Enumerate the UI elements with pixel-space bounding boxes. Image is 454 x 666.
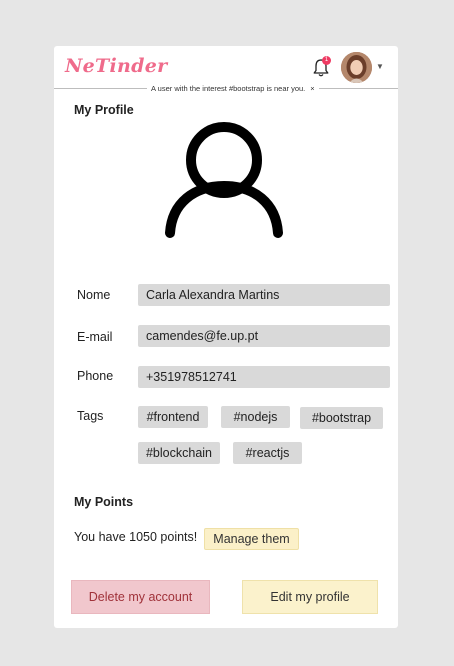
toast-message: A user with the interest #bootstrap is n… — [151, 84, 306, 93]
points-summary: You have 1050 points! — [74, 530, 198, 544]
app-logo[interactable]: NeTinder — [65, 55, 167, 77]
email-field: camendes@fe.up.pt — [138, 325, 390, 347]
avatar-image — [341, 52, 372, 83]
close-icon[interactable]: × — [310, 84, 314, 93]
points-section-title: My Points — [74, 495, 134, 509]
email-label: E-mail — [77, 330, 113, 344]
user-profile-icon — [165, 122, 283, 238]
phone-label: Phone — [77, 369, 114, 383]
tag-item[interactable]: #frontend — [138, 406, 208, 428]
tag-item[interactable]: #bootstrap — [300, 407, 383, 429]
tag-item[interactable]: #reactjs — [233, 442, 302, 464]
tag-item[interactable]: #nodejs — [221, 406, 290, 428]
phone-field: +351978512741 — [138, 366, 390, 388]
name-field: Carla Alexandra Martins — [138, 284, 390, 306]
tag-item[interactable]: #blockchain — [138, 442, 220, 464]
notification-badge: 1 — [322, 56, 331, 65]
name-label: Nome — [77, 288, 111, 302]
profile-section-title: My Profile — [74, 103, 134, 117]
manage-points-button[interactable]: Manage them — [204, 528, 299, 550]
chevron-down-icon[interactable]: ▼ — [376, 62, 384, 71]
notification-toast: A user with the interest #bootstrap is n… — [147, 82, 319, 96]
user-avatar[interactable] — [341, 52, 372, 83]
edit-profile-button[interactable]: Edit my profile — [242, 580, 378, 614]
delete-account-button[interactable]: Delete my account — [71, 580, 210, 614]
tags-label: Tags — [77, 409, 104, 423]
profile-card: NeTinder 1 ▼ A user with the interest #b… — [54, 46, 398, 628]
